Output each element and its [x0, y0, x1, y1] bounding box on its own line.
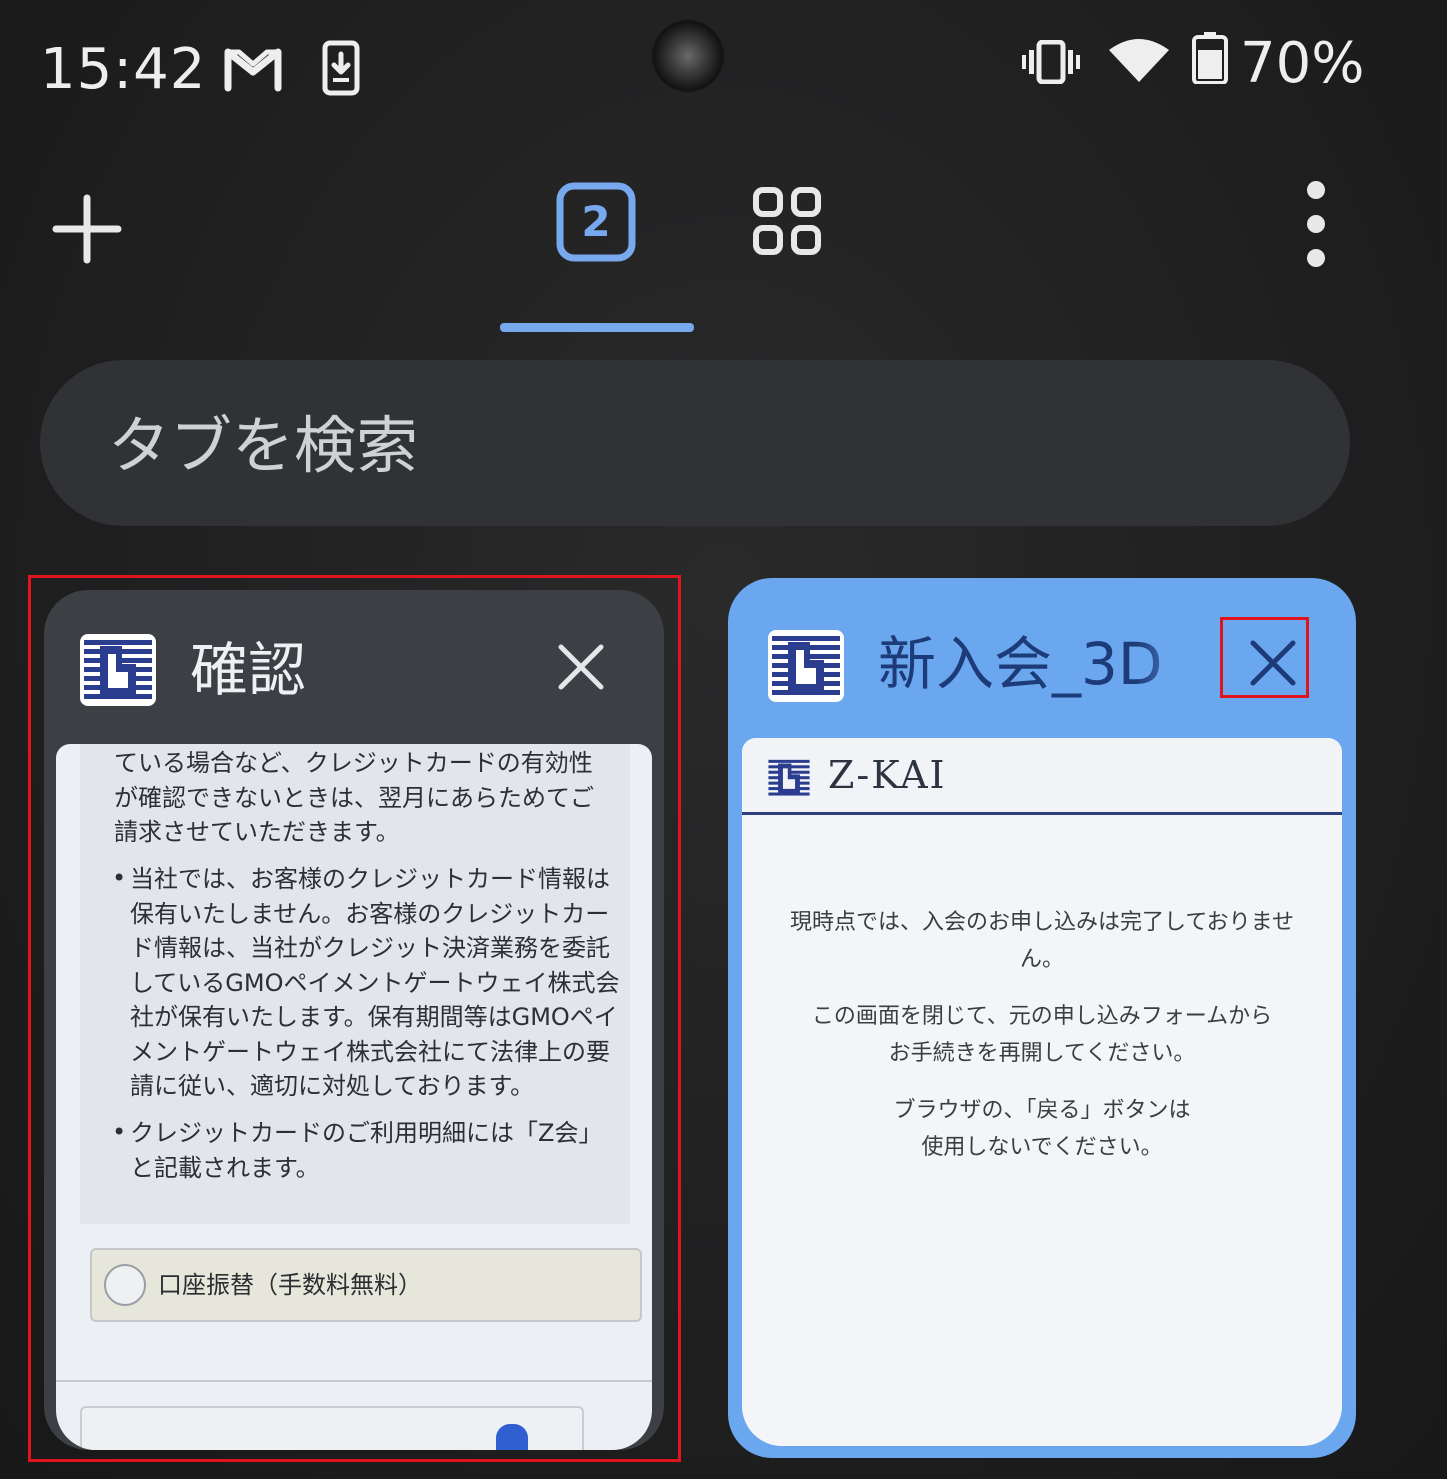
close-tab-button[interactable]	[1248, 638, 1298, 688]
radio-icon	[104, 1264, 146, 1306]
thumbnail-text-block: ている場合など、クレジットカードの有効性 が確認できないときは、翌月にあらためて…	[114, 746, 614, 850]
status-time: 15:42	[40, 37, 207, 102]
bullet-dot: •	[112, 1118, 127, 1146]
payment-option-row: 口座振替（手数料無料）	[90, 1248, 642, 1322]
tab-title: 新入会_3D	[878, 630, 1163, 698]
battery-icon	[1192, 32, 1228, 84]
zkai-logo-icon	[768, 759, 810, 796]
thumbnail-line: 請に従い、適切に対処しております。	[130, 1072, 535, 1100]
wifi-icon	[1109, 39, 1169, 82]
thumbnail-line: 請求させていただきます。	[114, 818, 400, 846]
thumbnail-line: メントゲートウェイ株式会社にて法律上の要	[130, 1037, 610, 1066]
gmail-icon	[224, 48, 282, 92]
front-camera	[652, 20, 724, 92]
thumbnail-line: ている場合など、クレジットカードの有効性	[114, 749, 593, 777]
notice-text: この画面を閉じて、元の申し込みフォームから お手続きを再開してください。	[762, 998, 1322, 1072]
thumbnail-line: と記載されます。	[130, 1153, 320, 1182]
zkai-favicon-icon	[80, 634, 156, 706]
notice-text: 現時点では、入会のお申し込みは完了しておりませ ん。	[762, 904, 1322, 978]
thumbnail-line: 保有いたしません。お客様のクレジットカー	[130, 899, 610, 928]
notice-line: お手続きを再開してください。	[888, 1041, 1196, 1066]
tab-card-shinnyukai[interactable]: 新入会_3D Z-KAI 現時点では、入会のお申し込みは完了しておりませ ん。 …	[728, 578, 1356, 1458]
close-tab-button[interactable]	[556, 642, 606, 692]
payment-option-label: 口座振替（手数料無料）	[158, 1271, 422, 1299]
zkai-header: Z-KAI	[742, 738, 1342, 815]
thumbnail-line: ド情報は、当社がクレジット決済業務を委託	[130, 934, 610, 962]
tab-switcher-screen: 15:42 70% 2 タブを検索 確認 ている場合など、クレジットカードの有効…	[0, 0, 1447, 1479]
tab-selection-indicator	[500, 323, 694, 332]
divider	[56, 1380, 652, 1382]
recaptcha-icon	[496, 1424, 528, 1450]
notice-line: ん。	[1019, 947, 1064, 972]
thumbnail-line: が確認できないときは、翌月にあらためてご	[114, 783, 594, 812]
notice-line: ブラウザの、「戻る」ボタンは	[893, 1098, 1191, 1123]
thumbnail-text-block: 当社では、お客様のクレジットカード情報は 保有いたしません。お客様のクレジットカ…	[130, 862, 630, 1104]
notice-text: ブラウザの、「戻る」ボタンは 使用しないでください。	[762, 1092, 1322, 1166]
thumbnail-line: 社が保有いたします。保有期間等はGMOペイ	[130, 1003, 618, 1031]
tab-title: 確認	[190, 636, 307, 704]
tab-thumbnail: Z-KAI 現時点では、入会のお申し込みは完了しておりませ ん。 この画面を閉じ…	[742, 738, 1342, 1446]
thumbnail-text-block: クレジットカードのご利用明細には「Z会」 と記載されます。	[130, 1116, 630, 1185]
tab-search-placeholder: タブを検索	[108, 409, 419, 482]
vibrate-icon	[1022, 40, 1080, 84]
battery-percent: 70%	[1240, 31, 1365, 96]
status-bar: 15:42 70%	[0, 0, 1447, 140]
new-tab-button[interactable]	[52, 194, 122, 264]
tab-thumbnail: ている場合など、クレジットカードの有効性 が確認できないときは、翌月にあらためて…	[56, 744, 652, 1450]
thumbnail-line: 当社では、お客様のクレジットカード情報は	[130, 865, 610, 893]
notice-line: 使用しないでください。	[921, 1135, 1163, 1160]
tab-switcher-toolbar: 2	[0, 160, 1447, 360]
tab-count-label: 2	[581, 197, 611, 246]
bullet-dot: •	[112, 864, 127, 892]
tab-card-kakunin[interactable]: 確認 ている場合など、クレジットカードの有効性 が確認できないときは、翌月にあら…	[44, 590, 664, 1450]
thumbnail-line: クレジットカードのご利用明細には「Z会」	[130, 1119, 603, 1147]
notice-line: 現時点では、入会のお申し込みは完了しておりませ	[789, 910, 1295, 935]
more-vert-button[interactable]	[1300, 180, 1332, 270]
notice-line: この画面を閉じて、元の申し込みフォームから	[811, 1004, 1273, 1029]
zkai-favicon-icon	[768, 630, 844, 702]
thumbnail-line: しているGMOペイメントゲートウェイ株式会	[130, 968, 620, 997]
zkai-brand: Z-KAI	[828, 753, 947, 797]
tab-count-button[interactable]: 2	[556, 182, 636, 262]
download-icon	[322, 40, 360, 96]
tab-groups-button[interactable]	[752, 186, 822, 256]
